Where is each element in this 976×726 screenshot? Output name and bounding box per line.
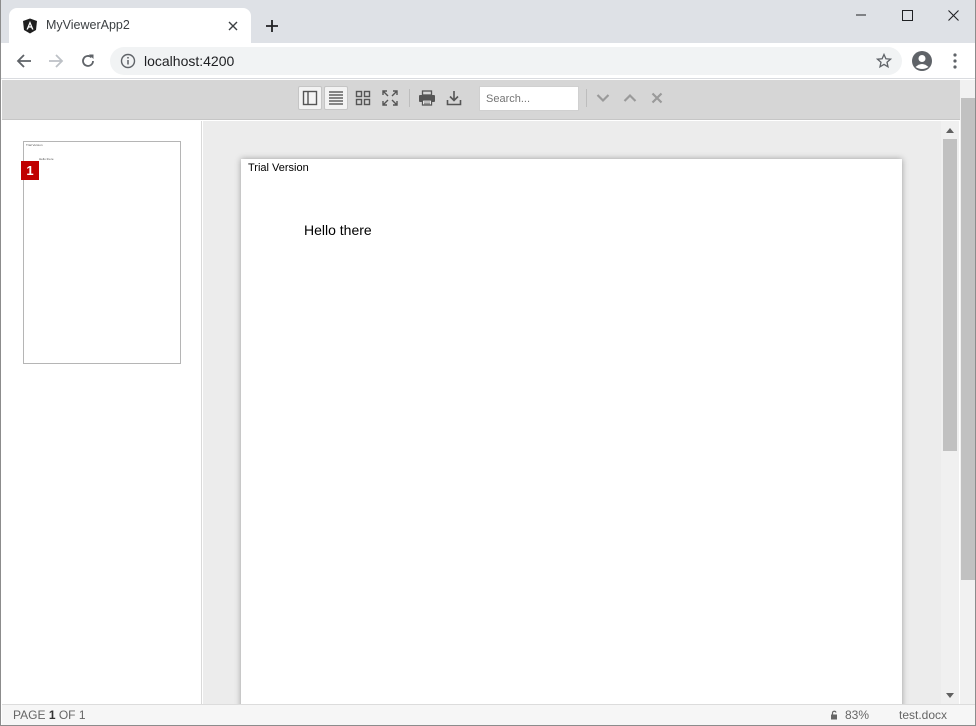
toolbar-divider	[586, 89, 587, 107]
scrollbar-thumb[interactable]	[943, 139, 957, 451]
page-scrollbar[interactable]	[960, 80, 975, 704]
back-icon[interactable]	[11, 48, 37, 74]
scroll-down-icon[interactable]	[941, 688, 959, 702]
print-icon[interactable]	[415, 86, 439, 110]
minimize-icon[interactable]	[838, 0, 884, 30]
browser-menu-icon[interactable]	[945, 49, 965, 73]
bookmark-star-icon[interactable]	[876, 53, 892, 69]
file-name: test.docx	[899, 708, 948, 722]
fullscreen-icon[interactable]	[378, 86, 402, 110]
text-lines-icon[interactable]	[324, 86, 348, 110]
angular-icon	[23, 18, 37, 34]
toolbar-divider	[409, 89, 410, 107]
forward-icon[interactable]	[43, 48, 69, 74]
scroll-up-icon[interactable]	[941, 123, 959, 137]
tab-strip: MyViewerApp2	[1, 0, 975, 43]
tab-title: MyViewerApp2	[46, 18, 130, 32]
viewer-toolbar	[2, 80, 960, 120]
grid-view-icon[interactable]	[351, 86, 375, 110]
browser-toolbar: localhost:4200	[1, 43, 975, 79]
profile-icon[interactable]	[910, 49, 934, 73]
status-bar: PAGE 1 OF 1 83% test.docx	[2, 704, 975, 725]
page-indicator: PAGE 1 OF 1	[13, 708, 86, 722]
thumbnail-pane: Trial Version Hello there 1	[2, 121, 202, 704]
document-body-text: Hello there	[304, 222, 372, 238]
address-bar[interactable]: localhost:4200	[110, 47, 902, 75]
browser-window: MyViewerApp2 localhost:4200 Search... Tr…	[0, 0, 976, 726]
zoom-level[interactable]: 83%	[845, 708, 869, 722]
clear-search-icon[interactable]	[645, 86, 669, 110]
new-tab-button[interactable]	[260, 14, 284, 38]
of-label: OF	[58, 708, 76, 722]
url-text: localhost:4200	[144, 53, 235, 69]
chevron-up-icon[interactable]	[618, 86, 642, 110]
thumbnail-trial-text: Trial Version	[26, 143, 43, 147]
page-number-badge: 1	[21, 161, 39, 180]
reload-icon[interactable]	[75, 48, 101, 74]
page-scrollbar-thumb[interactable]	[961, 98, 975, 580]
total-pages: 1	[78, 708, 86, 722]
download-icon[interactable]	[442, 86, 466, 110]
page-thumbnail[interactable]: Trial Version Hello there 1	[21, 141, 181, 364]
browser-tab[interactable]: MyViewerApp2	[9, 8, 251, 43]
search-input[interactable]	[479, 86, 579, 111]
document-page: Trial Version Hello there	[241, 159, 902, 704]
thumbnail-body-text: Hello there	[39, 157, 54, 161]
document-scrollbar[interactable]	[941, 121, 959, 704]
tab-close-icon[interactable]	[225, 18, 241, 34]
document-area: Trial Version Hello there	[203, 121, 941, 704]
maximize-icon[interactable]	[884, 0, 930, 30]
current-page: 1	[48, 708, 56, 722]
window-close-icon[interactable]	[930, 0, 975, 30]
info-icon[interactable]	[120, 53, 136, 69]
toggle-sidebar-icon[interactable]	[298, 86, 322, 110]
trial-watermark: Trial Version	[248, 162, 309, 174]
chevron-down-icon[interactable]	[591, 86, 615, 110]
page-label: PAGE	[13, 708, 46, 722]
lock-icon	[831, 710, 837, 720]
